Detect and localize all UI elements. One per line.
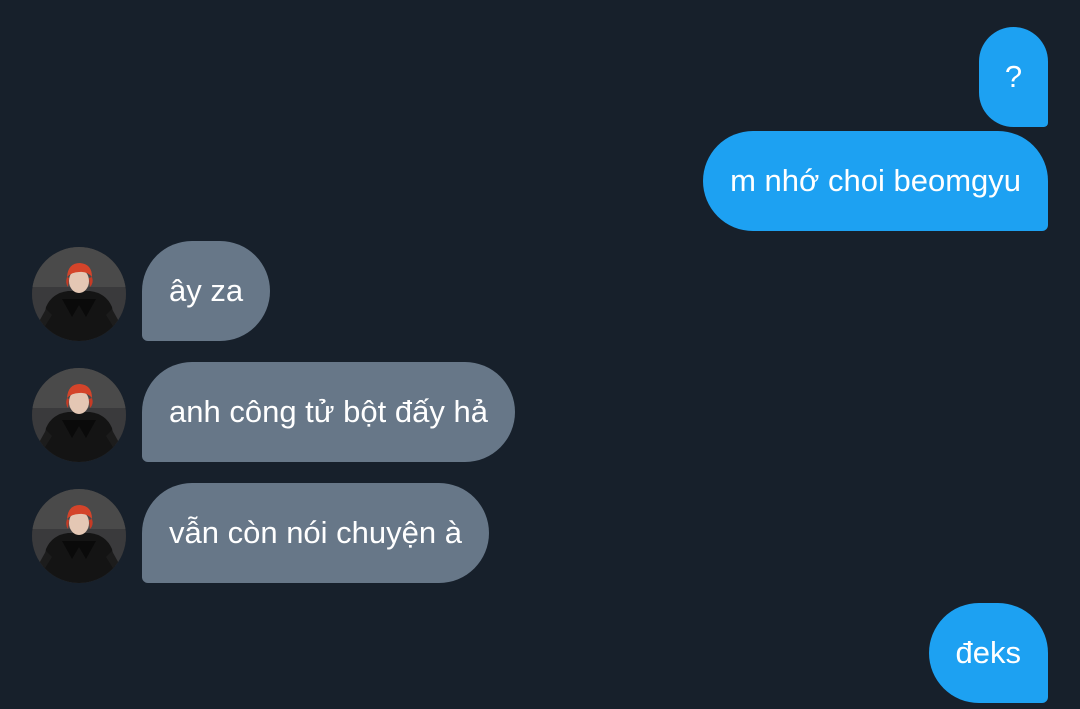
message-text: đeks — [955, 635, 1021, 670]
message-text: ? — [1004, 59, 1023, 94]
received-message-bubble[interactable]: vẫn còn nói chuyện à — [142, 483, 489, 583]
sent-message-bubble[interactable]: m nhớ choi beomgyu — [703, 131, 1048, 231]
chat-thread: ? m nhớ choi beomgyu ây za anh công tử b… — [0, 0, 1080, 709]
avatar-icon[interactable] — [32, 247, 126, 341]
sent-message-bubble[interactable]: ? — [979, 27, 1048, 127]
message-text: vẫn còn nói chuyện à — [169, 515, 462, 550]
message-text: anh công tử bột đấy hả — [169, 394, 488, 429]
received-message-bubble[interactable]: anh công tử bột đấy hả — [142, 362, 515, 462]
avatar-icon[interactable] — [32, 368, 126, 462]
avatar-icon[interactable] — [32, 489, 126, 583]
message-text: m nhớ choi beomgyu — [730, 163, 1021, 198]
message-text: ây za — [169, 273, 244, 308]
received-message-bubble[interactable]: ây za — [142, 241, 271, 341]
sent-message-bubble[interactable]: đeks — [928, 603, 1048, 703]
